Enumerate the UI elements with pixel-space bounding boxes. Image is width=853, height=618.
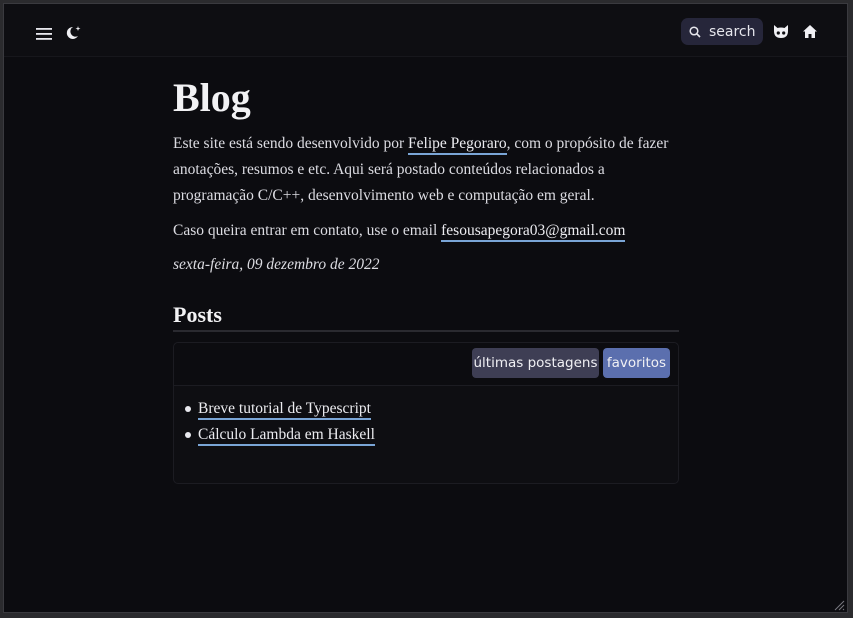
- contact-paragraph: Caso queira entrar em contato, use o ema…: [173, 219, 679, 243]
- post-date: sexta-feira, 09 dezembro de 2022: [173, 256, 380, 273]
- tab-favorites[interactable]: favoritos: [603, 348, 670, 378]
- list-item: Cálculo Lambda em Haskell: [185, 422, 678, 448]
- search-button[interactable]: search: [681, 18, 763, 45]
- resize-grip-icon[interactable]: [833, 598, 845, 611]
- intro-text-before: Este site está sendo desenvolvido por: [173, 135, 409, 152]
- home-icon[interactable]: [801, 22, 819, 40]
- posts-list: Breve tutorial de Typescript Cálculo Lam…: [174, 386, 678, 448]
- search-icon: [689, 25, 701, 38]
- menu-icon[interactable]: [34, 24, 54, 44]
- page-title: Blog: [173, 75, 251, 120]
- github-icon[interactable]: [771, 23, 791, 41]
- contact-text: Caso queira entrar em contato, use o ema…: [173, 222, 442, 239]
- author-link[interactable]: Felipe Pegoraro: [408, 135, 507, 155]
- moon-icon[interactable]: [63, 23, 83, 43]
- main-content: Blog Este site está sendo desenvolvido p…: [173, 74, 679, 484]
- posts-tabs: últimas postagens favoritos: [174, 343, 678, 386]
- search-label: search: [709, 23, 756, 40]
- post-link-lambda[interactable]: Cálculo Lambda em Haskell: [198, 426, 375, 446]
- posts-panel: últimas postagens favoritos Breve tutori…: [173, 342, 679, 484]
- intro-paragraph: Este site está sendo desenvolvido por Fe…: [173, 131, 679, 209]
- posts-heading: Posts: [173, 300, 679, 332]
- email-link[interactable]: fesousapegora03@gmail.com: [441, 222, 626, 242]
- post-link-typescript[interactable]: Breve tutorial de Typescript: [198, 400, 371, 420]
- tab-recent-posts[interactable]: últimas postagens: [472, 348, 599, 378]
- list-item: Breve tutorial de Typescript: [185, 396, 678, 422]
- top-navbar: search: [4, 4, 847, 57]
- browser-window: search Blog Este site está sendo desenvo…: [3, 3, 848, 613]
